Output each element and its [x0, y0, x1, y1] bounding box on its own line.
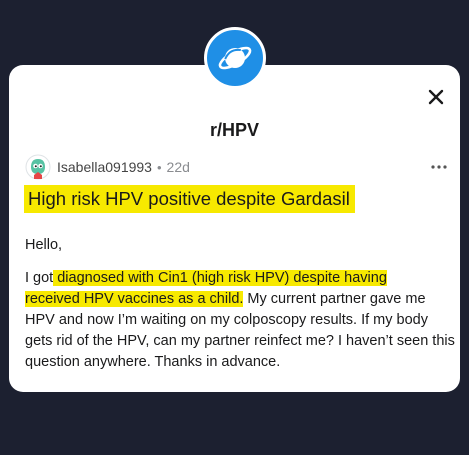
post-age: 22d: [166, 159, 190, 175]
body-highlight-2: received HPV vaccines as a child.: [25, 291, 244, 307]
post-title[interactable]: High risk HPV positive despite Gardasil: [24, 185, 355, 214]
post-paragraph: I got diagnosed with Cin1 (high risk HPV…: [25, 268, 455, 373]
subreddit-name[interactable]: r/HPV: [9, 120, 460, 141]
bottom-bar: [0, 392, 469, 455]
post-card: r/HPV Isabella091993 • 22d High risk HPV…: [9, 65, 460, 392]
planet-icon[interactable]: [204, 27, 266, 89]
post-body: Hello, I got diagnosed with Cin1 (high r…: [25, 235, 455, 373]
more-icon[interactable]: [431, 157, 447, 175]
close-icon[interactable]: [426, 87, 446, 107]
meta-separator: •: [156, 159, 162, 175]
body-highlight-1: diagnosed with Cin1 (high risk HPV) desp…: [53, 270, 387, 286]
avatar[interactable]: [25, 154, 51, 180]
post-meta: Isabella091993 • 22d: [25, 154, 190, 180]
body-prefix: I got: [25, 270, 54, 286]
post-author[interactable]: Isabella091993: [57, 159, 152, 175]
post-greeting: Hello,: [25, 237, 63, 253]
